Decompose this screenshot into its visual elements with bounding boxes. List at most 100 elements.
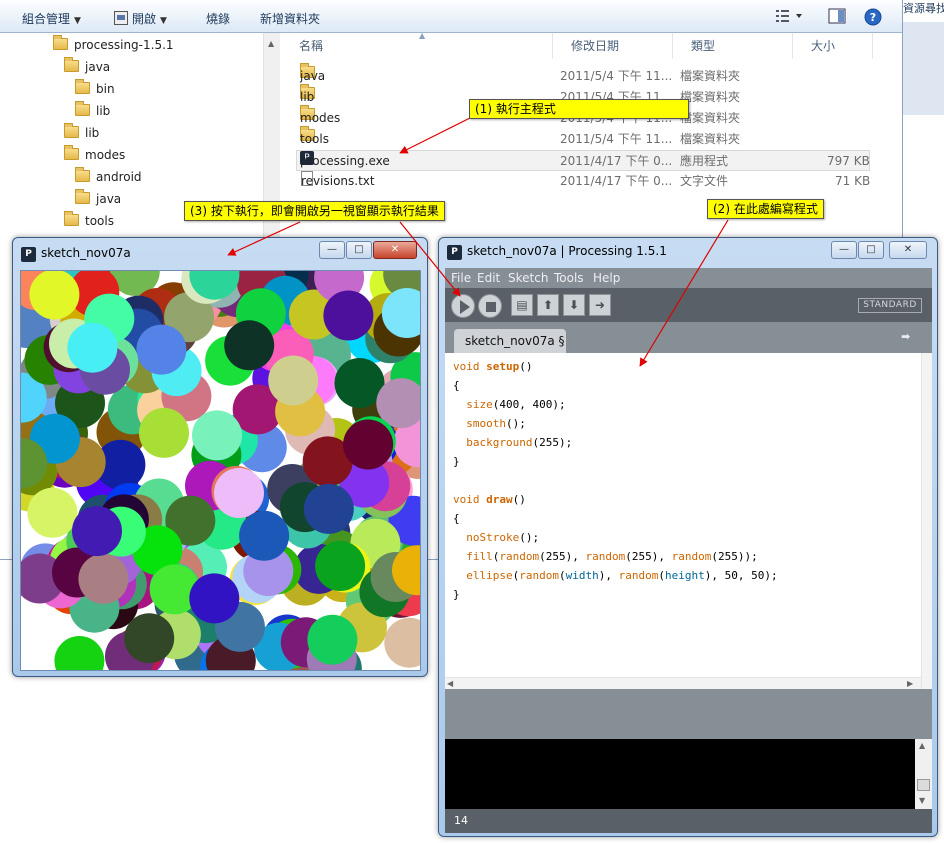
stop-button[interactable] [478,294,502,318]
tree-item[interactable]: java [75,189,121,209]
code-token: (); [519,531,540,544]
sort-arrow-icon: ▲ [419,31,426,40]
minimize-button[interactable]: — [319,241,345,259]
sketch-circle [27,487,78,538]
file-row[interactable]: tools 2011/5/4 下午 11... 檔案資料夾 [296,126,870,150]
tree-item[interactable]: lib [75,101,110,121]
help-icon[interactable]: ? [864,8,882,26]
scroll-up-icon[interactable]: ▲ [268,39,274,48]
tree-item[interactable]: android [75,167,142,187]
menu-sketch[interactable]: Sketch [508,271,548,285]
code-text[interactable]: void setup() { size(400, 400); smooth();… [453,357,778,604]
burn-button[interactable]: 燒錄 [206,10,230,27]
sketch-circle [268,355,319,406]
sketch-output-window: P sketch_nov07a — □ ✕ [12,237,428,677]
open-menu[interactable]: 開啟 ▼ [114,10,167,27]
background-window-text: 資源尋找 [903,2,944,15]
scroll-down-icon[interactable]: ▼ [919,796,925,805]
run-button[interactable] [451,294,475,318]
scroll-left-icon[interactable]: ◀ [447,679,453,688]
callout-step-1: (1) 執行主程式 [469,99,689,119]
menu-tools[interactable]: Tools [554,271,584,285]
file-row[interactable]: java 2011/5/4 下午 11... 檔案資料夾 [296,63,870,87]
chevron-down-icon: ▼ [160,16,167,26]
sketch-circle [189,573,240,624]
tab-menu-arrow-icon[interactable]: ➡ [901,330,919,344]
maximize-button[interactable]: □ [346,241,372,259]
sketch-circle [54,636,105,670]
file-row-selected[interactable]: Pprocessing.exe 2011/4/17 下午 0... 應用程式 7… [296,150,870,171]
sketch-circle [139,407,189,458]
maximize-icon: □ [354,244,364,255]
mode-selector[interactable]: STANDARD [858,298,922,313]
tree-item[interactable]: bin [75,79,115,99]
sketch-circle [323,290,374,341]
open-button[interactable]: ⬆ [537,294,559,316]
preview-pane-icon[interactable] [828,8,846,24]
tree-item[interactable]: java [64,57,110,77]
minimize-button[interactable]: — [831,241,857,259]
column-header-date[interactable]: 修改日期 [553,33,673,59]
sketch-circle [29,271,80,320]
tree-item[interactable]: processing-1.5.1 [53,35,174,55]
tree-item-label: java [96,192,122,206]
close-button[interactable]: ✕ [373,241,417,259]
editor-horizontal-scrollbar[interactable]: ◀ ▶ [445,677,921,689]
scroll-thumb[interactable] [917,779,930,791]
file-date: 2011/5/4 下午 11... [560,132,673,146]
code-token: size [466,398,493,411]
new-button[interactable]: ▤ [511,294,533,316]
organize-menu[interactable]: 組合管理 ▼ [22,10,81,27]
tree-item[interactable]: lib [64,123,99,143]
code-token: () [512,493,526,506]
column-size-label: 大小 [811,39,836,53]
sketch-circle [124,613,175,664]
menu-help[interactable]: Help [593,271,620,285]
scroll-up-icon[interactable]: ▲ [919,741,925,750]
tree-item[interactable]: tools [64,211,114,231]
file-type: 檔案資料夾 [680,90,741,104]
sketch-circle [239,510,290,561]
line-number-status: 14 [445,809,932,833]
stop-icon [486,302,496,312]
code-token: fill [466,550,493,563]
scroll-right-icon[interactable]: ▶ [907,679,913,688]
code-token: random [618,569,659,582]
export-arrow-icon: ➜ [594,298,606,312]
view-options-icon[interactable] [775,8,802,24]
column-header-type[interactable]: 類型 [673,33,793,59]
file-name: processing.exe [300,154,390,168]
folder-icon [64,145,79,160]
new-folder-label: 新增資料夾 [260,12,321,26]
column-header-name[interactable]: 名稱 [281,33,553,59]
folder-icon [75,167,90,182]
column-header-size[interactable]: 大小 [793,33,873,59]
menu-file[interactable]: File [451,271,471,285]
code-token: random [519,569,559,582]
save-button[interactable]: ⬇ [563,294,585,316]
export-button[interactable]: ➜ [589,294,611,316]
new-folder-button[interactable]: 新增資料夾 [260,10,320,27]
tab-label: sketch_nov07a § [465,334,565,348]
editor-vertical-scrollbar[interactable] [921,353,932,689]
download-arrow-icon: ⬇ [568,298,580,312]
menu-edit[interactable]: Edit [477,271,500,285]
code-token: ), 50, 50); [704,569,778,582]
callout-text: (3) 按下執行，即會開啟另一視窗顯示執行結果 [190,204,439,218]
sketch-circle [384,617,420,668]
code-token: (400, 400); [492,398,566,411]
code-token: random [671,550,712,563]
tab-sketch[interactable]: sketch_nov07a § [454,329,566,353]
console-scrollbar[interactable]: ▲ ▼ [915,739,932,809]
maximize-button[interactable]: □ [858,241,884,259]
file-row[interactable]: revisions.txt 2011/4/17 下午 0... 文字文件 71 … [296,171,870,192]
line-number: 14 [454,814,468,827]
tree-item[interactable]: modes [64,145,125,165]
close-button[interactable]: ✕ [889,241,927,259]
new-file-icon: ▤ [516,298,528,312]
folder-icon [64,211,79,226]
sketch-circle [72,506,122,557]
code-editor[interactable]: void setup() { size(400, 400); smooth();… [445,353,932,689]
app-icon-glyph: P [451,247,458,257]
folder-icon [64,123,79,138]
